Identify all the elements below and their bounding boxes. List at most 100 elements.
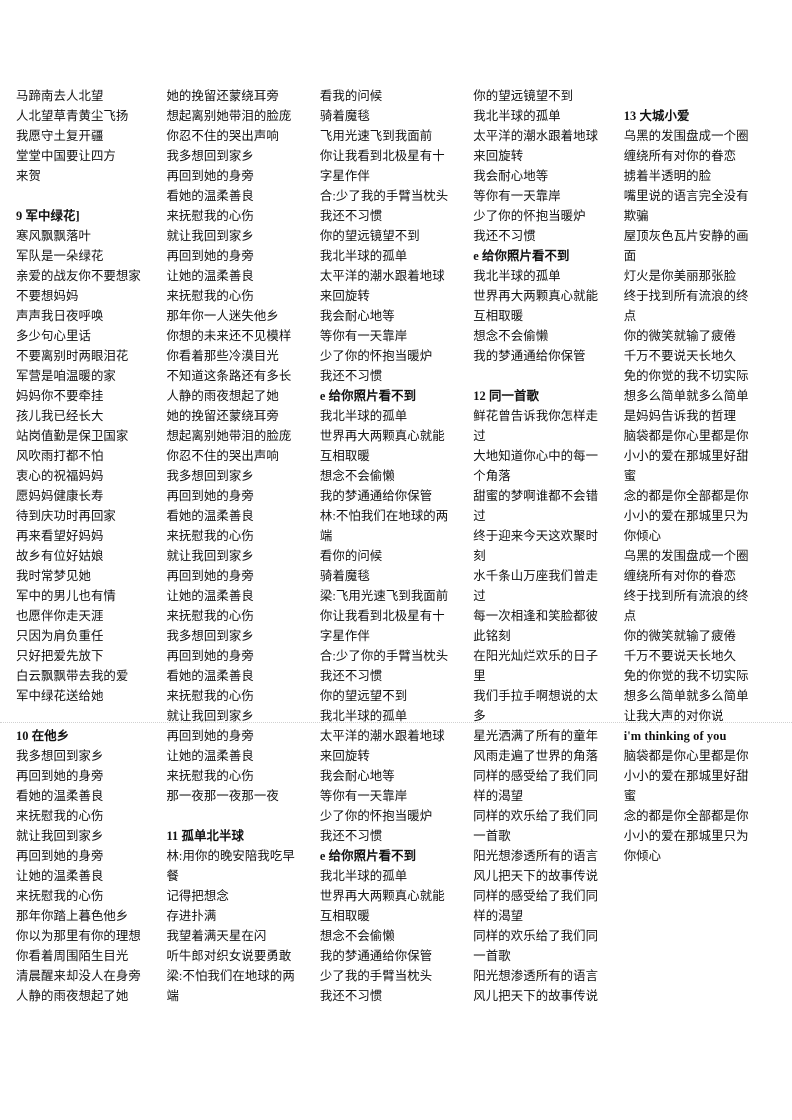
lyric-line: 再回到她的身旁: [16, 769, 104, 783]
text-columns-container: 马蹄南去人北望 人北望草青黄尘飞扬 我愿守土复开疆 堂堂中国要让四方 来贺 9 军中绿花…: [8, 86, 784, 1006]
lyric-line: 飞用光速飞到我面前: [319, 129, 433, 143]
lyric-line: 字星作伴: [319, 629, 370, 643]
lyric-line: 水千条山万座我们曾走: [473, 569, 599, 583]
lyric-line: 再来看望好妈妈: [16, 529, 104, 543]
lyric-line: 看你的问候: [319, 549, 383, 563]
lyric-line: 你的望远镜望不到: [473, 89, 574, 103]
lyric-blank-line: [166, 806, 311, 826]
lyric-line: 存进扑满: [166, 909, 217, 923]
lyric-line: 声声我日夜呼唤: [16, 309, 104, 323]
lyric-line: 那年你踏上暮色他乡: [16, 909, 129, 923]
lyric-line: 刻: [473, 549, 486, 563]
lyric-line: 看我的问候: [319, 89, 383, 103]
lyric-line: 念的都是你全部都是你: [623, 809, 749, 823]
lyric-line: 蜜: [623, 789, 637, 803]
lyric-line: 站岗值勤是保卫国家: [16, 429, 129, 443]
lyric-line: 样的渴望: [473, 789, 524, 803]
lyric-line: 听牛郎对织女说要勇敢: [166, 949, 292, 963]
lyric-line: 少了你的怀抱当暖炉: [319, 349, 433, 363]
lyric-line: 等你有一天靠岸: [319, 329, 408, 343]
lyric-line: 我还不习惯: [319, 669, 383, 683]
lyric-line: 我的梦通通给你保管: [319, 949, 433, 963]
lyric-line: 想多么简单就多么简单: [623, 689, 749, 703]
lyric-line: 缠绕所有对你的眷恋: [623, 569, 737, 583]
lyric-line: 我多想回到家乡: [166, 149, 254, 163]
lyric-line: 军中绿花送给她: [16, 689, 104, 703]
lyric-line: 来回旋转: [319, 749, 370, 763]
lyric-line: 缠绕所有对你的眷恋: [623, 149, 737, 163]
lyric-line: 免的你觉的我不切实际: [623, 669, 749, 683]
lyric-line: 来抚慰我的心伤: [166, 289, 254, 303]
lyric-line: 小小的爱在那城里只为: [623, 829, 749, 843]
lyric-line: 就让我回到家乡: [166, 229, 254, 243]
lyric-line: 我北半球的孤单: [473, 269, 561, 283]
lyric-line: 林:用你的晚安陪我吃早: [166, 849, 295, 863]
lyric-line: 此铭刻: [473, 629, 511, 643]
lyric-line: 清晨醒来却没人在身旁: [16, 969, 141, 983]
lyric-line: 你倾心: [623, 529, 662, 543]
lyric-line: 再回到她的身旁: [166, 729, 254, 743]
lyric-line: 来抚慰我的心伤: [16, 809, 104, 823]
lyric-line: 她的挽留还蒙绕耳旁: [166, 89, 279, 103]
lyric-line: 你以为那里有你的理想: [16, 929, 141, 943]
lyric-line: 来贺: [16, 169, 41, 183]
lyric-line: 我还不习惯: [473, 229, 536, 243]
lyric-line: 点: [623, 309, 637, 323]
lyric-line: 你看着那些冷漠目光: [166, 349, 279, 363]
lyric-line: 看她的温柔善良: [166, 669, 254, 683]
lyric-line: 端: [319, 529, 333, 543]
lyric-line: 同样的欢乐给了我们同: [473, 929, 599, 943]
lyric-line: 星光洒满了所有的童年: [473, 729, 599, 743]
lyric-line: 点: [623, 609, 637, 623]
lyric-line: 脑袋都是你心里都是你: [623, 429, 749, 443]
lyric-line: 太平洋的潮水跟着地球: [319, 729, 445, 743]
lyric-line-latin: e 给你照片看不到: [473, 249, 570, 263]
lyric-line: 嘴里说的语言完全没有: [623, 189, 749, 203]
lyric-line: 那一夜那一夜那一夜: [166, 789, 279, 803]
lyric-line: 端: [166, 989, 179, 1003]
lyric-line: 只因为肩负重任: [16, 629, 104, 643]
lyric-line: 记得把想念: [166, 889, 229, 903]
lyric-line: 衷心的祝福妈妈: [16, 469, 104, 483]
lyric-line: 人静的雨夜想起了她: [16, 989, 129, 1003]
lyric-line: 我还不习惯: [319, 989, 383, 1003]
lyric-line: 欺骗: [623, 209, 649, 223]
lyric-line: 少了我的手臂当枕头: [319, 969, 433, 983]
lyric-blank-line: [473, 366, 615, 386]
lyric-line: 军队是一朵绿花: [16, 249, 104, 263]
song-heading: 10 在他乡: [16, 729, 70, 743]
text-column-1: 马蹄南去人北望 人北望草青黄尘飞扬 我愿守土复开疆 堂堂中国要让四方 来贺 9 军中绿花…: [8, 86, 166, 1006]
lyric-line: 我愿守土复开疆: [16, 129, 104, 143]
lyric-line: 我会耐心地等: [319, 769, 395, 783]
lyric-line: 不知道这条路还有多长: [166, 369, 292, 383]
lyric-line: 同样的感受给了我们同: [473, 769, 599, 783]
lyric-line: 风儿把天下的故事传说: [473, 989, 599, 1003]
lyric-line: 想多么简单就多么简单: [623, 389, 749, 403]
lyric-line: 就让我回到家乡: [16, 829, 104, 843]
lyric-line: 同样的感受给了我们同: [473, 889, 599, 903]
lyric-line: 合:少了我的手臂当枕头: [319, 189, 449, 203]
lyric-line: 互相取暖: [319, 449, 370, 463]
lyric-line: 待到庆功时再回家: [16, 509, 116, 523]
lyric-line: 我的梦通通给你保管: [319, 489, 433, 503]
lyric-line: 看她的温柔善良: [16, 789, 104, 803]
lyric-line: 终于找到所有流浪的终: [623, 289, 749, 303]
lyric-line: 多少句心里话: [16, 329, 91, 343]
lyric-line: 互相取暖: [473, 309, 524, 323]
lyric-line: 让她的温柔善良: [166, 269, 254, 283]
lyric-line: 孩儿我已经长大: [16, 409, 104, 423]
lyric-line: 太平洋的潮水跟着地球: [473, 129, 599, 143]
song-heading: 12 同一首歌: [473, 389, 540, 403]
lyric-line: 你忍不住的哭出声响: [166, 449, 279, 463]
lyric-line: 一首歌: [473, 949, 511, 963]
lyric-line: 是妈妈告诉我的哲理: [623, 409, 737, 423]
lyric-line: 我时常梦见她: [16, 569, 91, 583]
lyric-line: 愿妈妈健康长寿: [16, 489, 104, 503]
lyric-line: 世界再大两颗真心就能: [319, 889, 445, 903]
lyric-line: 风儿把天下的故事传说: [473, 869, 599, 883]
song-heading: 9 军中绿花]: [16, 209, 80, 223]
lyric-line: 来回旋转: [319, 289, 370, 303]
lyric-line: 再回到她的身旁: [166, 649, 254, 663]
lyric-line: 不要想妈妈: [16, 289, 79, 303]
document-page: 马蹄南去人北望 人北望草青黄尘飞扬 我愿守土复开疆 堂堂中国要让四方 来贺 9 军中绿花…: [0, 0, 792, 1120]
